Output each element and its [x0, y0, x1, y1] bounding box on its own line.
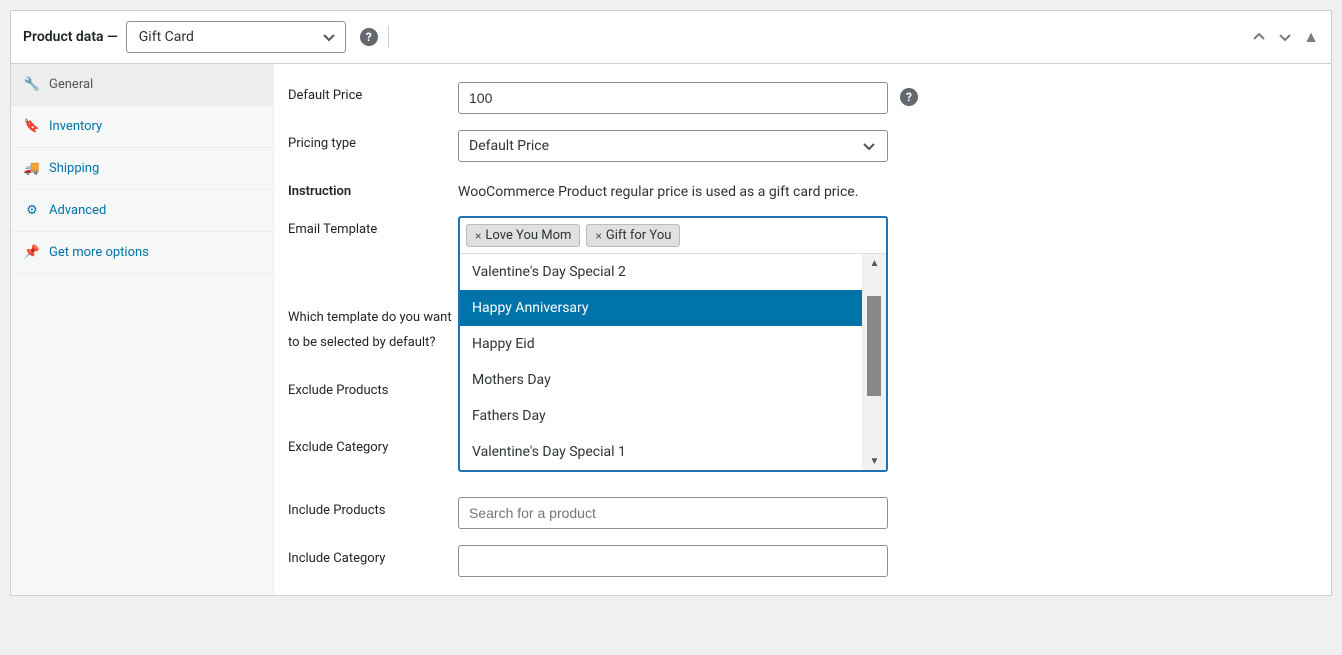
tab-general[interactable]: 🔧 General: [11, 64, 273, 106]
pin-icon: 📌: [23, 245, 41, 260]
sidebar: 🔧 General 🔖 Inventory 🚚 Shipping ⚙ Advan…: [11, 64, 274, 595]
option-valentines-2[interactable]: Valentine's Day Special 2: [460, 254, 862, 290]
tab-label: General: [49, 77, 93, 92]
scroll-down-icon[interactable]: ▼: [863, 452, 886, 470]
chevron-down-icon: [321, 29, 337, 45]
label-pricing-type: Pricing type: [288, 130, 458, 151]
move-up-icon[interactable]: [1251, 29, 1267, 45]
tab-inventory[interactable]: 🔖 Inventory: [11, 106, 273, 148]
select-pricing-type[interactable]: Default Price: [458, 130, 888, 162]
help-icon[interactable]: ?: [360, 28, 378, 46]
label-include-products: Include Products: [288, 497, 458, 518]
content-area: Default Price ? Pricing type Default Pri…: [274, 64, 1331, 595]
label-include-category: Include Category: [288, 545, 458, 566]
option-mothers-day[interactable]: Mothers Day: [460, 362, 862, 398]
label-exclude-category: Exclude Category: [288, 434, 458, 455]
vertical-divider: [388, 26, 389, 48]
option-happy-eid[interactable]: Happy Eid: [460, 326, 862, 362]
dropdown-options: Valentine's Day Special 2 Happy Annivers…: [460, 254, 862, 470]
multiselect-email-template[interactable]: ×Love You Mom ×Gift for You Valentine's …: [458, 216, 888, 472]
toggle-panel-icon[interactable]: ▲: [1303, 27, 1319, 47]
input-default-price[interactable]: [458, 82, 888, 114]
label-instruction: Instruction: [288, 178, 458, 199]
dropdown: Valentine's Day Special 2 Happy Annivers…: [460, 253, 886, 470]
truck-icon: 🚚: [23, 161, 41, 176]
label-email-template: Email Template: [288, 216, 458, 237]
scrollbar-thumb[interactable]: [867, 296, 881, 396]
tab-get-more-options[interactable]: 📌 Get more options: [11, 232, 273, 274]
panel-title: Product data —: [23, 29, 118, 45]
tab-shipping[interactable]: 🚚 Shipping: [11, 148, 273, 190]
row-include-category: Include Category: [288, 537, 1317, 585]
remove-tag-icon[interactable]: ×: [595, 229, 601, 243]
option-valentines-1[interactable]: Valentine's Day Special 1: [460, 434, 862, 470]
tab-label: Get more options: [49, 245, 149, 260]
panel-header: Product data — Gift Card ? ▲: [11, 11, 1331, 64]
panel-body: 🔧 General 🔖 Inventory 🚚 Shipping ⚙ Advan…: [11, 64, 1331, 595]
help-icon[interactable]: ?: [900, 88, 918, 106]
option-happy-anniversary[interactable]: Happy Anniversary: [460, 290, 862, 326]
select-pricing-type-value: Default Price: [469, 138, 549, 154]
product-type-value: Gift Card: [139, 29, 194, 45]
tab-label: Inventory: [49, 119, 102, 134]
wrench-icon: 🔧: [23, 77, 41, 92]
product-data-panel: Product data — Gift Card ? ▲ 🔧 General 🔖…: [10, 10, 1332, 596]
tab-label: Advanced: [49, 203, 106, 218]
input-include-products[interactable]: [458, 497, 888, 529]
label-default-price: Default Price: [288, 82, 458, 103]
tag-love-you-mom[interactable]: ×Love You Mom: [466, 224, 580, 247]
tab-label: Shipping: [49, 161, 99, 176]
tag-icon: 🔖: [23, 119, 41, 134]
instruction-text: WooCommerce Product regular price is use…: [458, 178, 858, 200]
tag-gift-for-you[interactable]: ×Gift for You: [586, 224, 680, 247]
scrollbar-track[interactable]: [863, 272, 886, 452]
remove-tag-icon[interactable]: ×: [475, 229, 481, 243]
row-instruction: Instruction WooCommerce Product regular …: [288, 170, 1317, 208]
multiselect-tags: ×Love You Mom ×Gift for You: [460, 218, 886, 253]
scroll-up-icon[interactable]: ▲: [863, 254, 886, 272]
gear-icon: ⚙: [23, 203, 41, 218]
row-default-price: Default Price ?: [288, 74, 1317, 122]
scrollbar[interactable]: ▲ ▼: [862, 254, 886, 470]
chevron-down-icon: [861, 138, 877, 154]
row-pricing-type: Pricing type Default Price: [288, 122, 1317, 170]
product-type-select[interactable]: Gift Card: [126, 21, 346, 53]
tab-advanced[interactable]: ⚙ Advanced: [11, 190, 273, 232]
option-fathers-day[interactable]: Fathers Day: [460, 398, 862, 434]
move-down-icon[interactable]: [1277, 29, 1293, 45]
input-include-category[interactable]: [458, 545, 888, 577]
label-exclude-products: Exclude Products: [288, 377, 458, 398]
row-include-products: Include Products: [288, 489, 1317, 537]
